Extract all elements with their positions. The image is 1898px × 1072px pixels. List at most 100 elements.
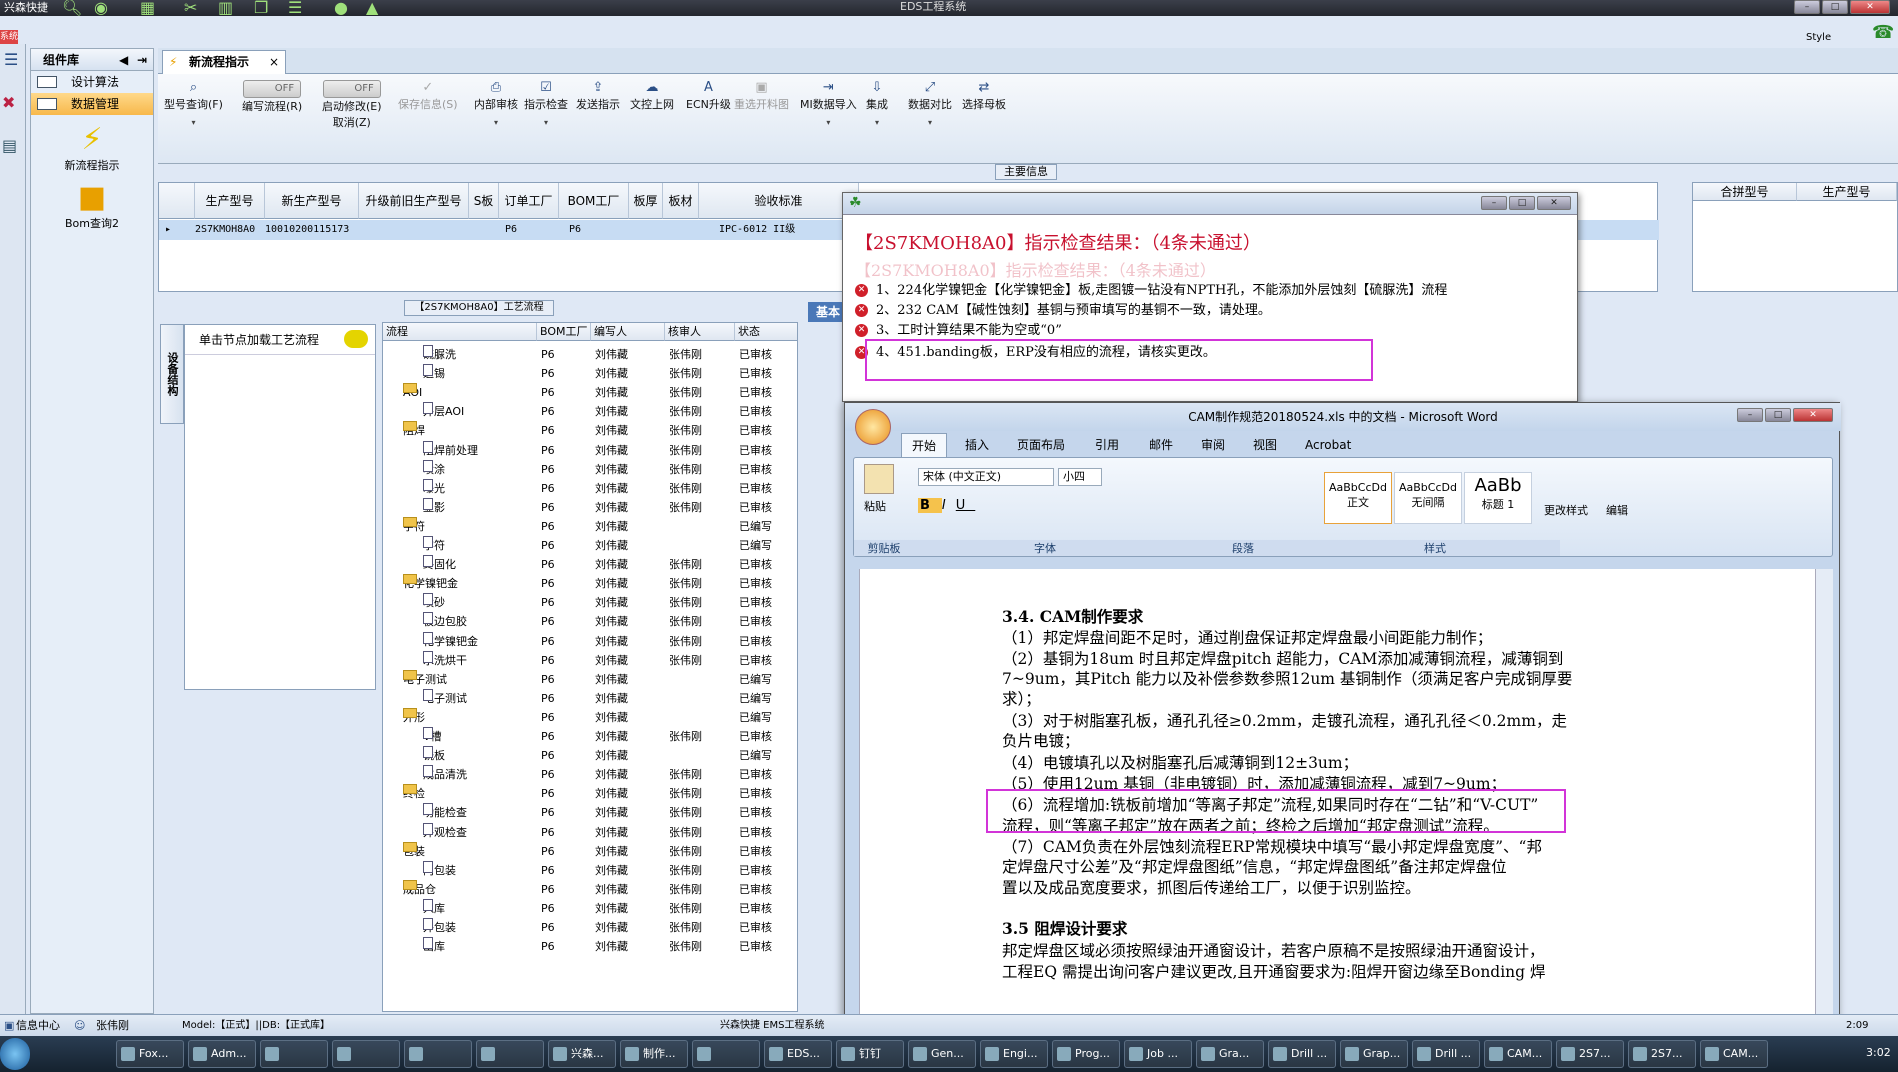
upload-button[interactable]: ☁ 文控上网 bbox=[630, 80, 674, 112]
font-name-select[interactable]: 宋体 (中文正文) bbox=[918, 468, 1054, 486]
tree-row[interactable]: 阻焊前处理 P6 刘伟藏 张伟刚 已审核 bbox=[383, 440, 797, 460]
menu-icon[interactable]: ☰ bbox=[4, 50, 21, 69]
tree-node[interactable]: 铣板 bbox=[423, 746, 445, 765]
tree-node[interactable]: -外形 bbox=[403, 707, 425, 727]
complib-item-design[interactable]: 设计算法 bbox=[31, 71, 153, 93]
taskbar-button[interactable]: CAM... bbox=[1700, 1040, 1768, 1068]
tree-node[interactable]: 水洗烘干 bbox=[423, 650, 467, 670]
vertical-tab[interactable]: 设备结构 bbox=[160, 324, 184, 424]
start-button[interactable] bbox=[0, 1038, 30, 1070]
tree-row[interactable]: 硫脲洗 P6 刘伟藏 张伟刚 已审核 bbox=[383, 345, 797, 364]
taskbar-button[interactable]: Gra... bbox=[1196, 1040, 1264, 1068]
minimize-button[interactable]: – bbox=[1481, 196, 1507, 210]
tree-row[interactable]: -外形 P6 刘伟藏 已编写 bbox=[383, 707, 797, 727]
column-header[interactable]: 状态 bbox=[735, 323, 797, 341]
error-item[interactable]: ✕ 2、232 CAM【碱性蚀刻】基铜与预审填写的基铜不一致，请处理。 bbox=[855, 301, 1271, 321]
internal-review-button[interactable]: ⎙ 内部审核 ▾ bbox=[474, 80, 518, 127]
instruction-check-button[interactable]: ☑ 指示检查 ▾ bbox=[524, 80, 568, 127]
taskbar-button[interactable]: Gen... bbox=[908, 1040, 976, 1068]
phone-icon[interactable]: ☎ bbox=[1872, 22, 1894, 43]
off-switch[interactable]: OFF bbox=[243, 80, 302, 98]
tree-node[interactable]: -字符 bbox=[403, 516, 425, 536]
user-icon[interactable]: ● bbox=[334, 0, 348, 16]
taskbar-button[interactable]: Engi... bbox=[980, 1040, 1048, 1068]
tree-row[interactable]: 化学镍钯金 P6 刘伟藏 张伟刚 已审核 bbox=[383, 631, 797, 651]
mi-import-button[interactable]: ⇥ MI数据导入 ▾ bbox=[800, 80, 857, 127]
change-style-button[interactable]: 更改样式 bbox=[1544, 502, 1588, 518]
column-header[interactable]: 新生产型号 bbox=[265, 183, 359, 219]
tree-row[interactable]: 显影 P6 刘伟藏 张伟刚 已审核 bbox=[383, 497, 797, 517]
tab-insert[interactable]: 插入 bbox=[965, 433, 989, 457]
column-header[interactable]: BOM工厂 bbox=[537, 323, 591, 341]
search-icon[interactable]: 🔍︎ bbox=[62, 0, 82, 16]
taskbar-button[interactable] bbox=[404, 1040, 472, 1068]
taskbar-button[interactable]: Drill ... bbox=[1412, 1040, 1480, 1068]
style-heading1[interactable]: AaBb 标题 1 bbox=[1464, 472, 1532, 524]
style-menu[interactable]: Style bbox=[1806, 32, 1831, 43]
taskbar-button[interactable]: 2S7... bbox=[1628, 1040, 1696, 1068]
office-button[interactable] bbox=[855, 409, 891, 445]
tree-row[interactable]: 功能检查 P6 刘伟藏 张伟刚 已审核 bbox=[383, 803, 797, 822]
tree-row[interactable]: 外层AOI P6 刘伟藏 张伟刚 已审核 bbox=[383, 402, 797, 421]
tree-node[interactable]: 出库 bbox=[423, 937, 445, 956]
taskbar-button[interactable] bbox=[476, 1040, 544, 1068]
tab-references[interactable]: 引用 bbox=[1095, 433, 1119, 457]
tree-node[interactable]: 内包装 bbox=[423, 860, 456, 880]
tree-node[interactable]: -成品仓 bbox=[403, 879, 436, 899]
tab-layout[interactable]: 页面布局 bbox=[1017, 433, 1065, 457]
column-header[interactable]: 生产型号 bbox=[1797, 183, 1897, 201]
tree-row[interactable]: 入库 P6 刘伟藏 张伟刚 已审核 bbox=[383, 898, 797, 918]
tree-row[interactable]: -电子测试 P6 刘伟藏 已编写 bbox=[383, 669, 797, 689]
tree-row[interactable]: -化学镍钯金 P6 刘伟藏 张伟刚 已审核 bbox=[383, 574, 797, 593]
comment-icon[interactable] bbox=[344, 330, 368, 348]
tree-row[interactable]: 水洗烘干 P6 刘伟藏 张伟刚 已审核 bbox=[383, 650, 797, 670]
tile-new-flow[interactable]: ⚡ 新流程指示 bbox=[31, 123, 153, 173]
tree-node[interactable]: 功能检查 bbox=[423, 803, 467, 822]
tool-icon[interactable]: ✖ bbox=[2, 93, 23, 112]
taskbar-button[interactable]: 钉钉 bbox=[836, 1040, 904, 1068]
tree-node[interactable]: 喷涂 bbox=[423, 459, 445, 479]
column-header[interactable]: BOM工厂 bbox=[559, 183, 629, 219]
tree-row[interactable]: 成品清洗 P6 刘伟藏 张伟刚 已审核 bbox=[383, 765, 797, 784]
tab-view[interactable]: 视图 bbox=[1253, 433, 1277, 457]
tile-bom-query[interactable]: ■ Bom查询2 bbox=[31, 181, 153, 231]
taskbar-button[interactable]: 制作... bbox=[620, 1040, 688, 1068]
column-header[interactable]: 核审人 bbox=[665, 323, 735, 341]
paste-button[interactable]: 粘贴 bbox=[864, 498, 886, 514]
taskbar-button[interactable]: Job ... bbox=[1124, 1040, 1192, 1068]
column-header[interactable]: 板材 bbox=[663, 183, 699, 219]
tree-row[interactable]: 出库 P6 刘伟藏 张伟刚 已审核 bbox=[383, 937, 797, 956]
tree-row[interactable]: 内包装 P6 刘伟藏 张伟刚 已审核 bbox=[383, 860, 797, 880]
error-item[interactable]: ✕ 3、工时计算结果不能为空或“0” bbox=[855, 321, 1062, 341]
tree-node[interactable]: -包装 bbox=[403, 841, 425, 861]
tree-row[interactable]: 铣板 P6 刘伟藏 已编写 bbox=[383, 746, 797, 765]
tree-node[interactable]: 退锡 bbox=[423, 364, 445, 383]
tab-acrobat[interactable]: Acrobat bbox=[1305, 433, 1351, 457]
maximize-button[interactable]: □ bbox=[1509, 196, 1535, 210]
tree-row[interactable]: -包装 P6 刘伟藏 张伟刚 已审核 bbox=[383, 841, 797, 861]
tree-node[interactable]: 阻焊前处理 bbox=[423, 440, 478, 460]
close-button[interactable]: ✕ bbox=[1793, 408, 1833, 422]
tab-close-icon[interactable]: × bbox=[269, 51, 279, 73]
tree-node[interactable]: 入库 bbox=[423, 898, 445, 918]
document-page[interactable]: 3.4. CAM制作要求 （1）邦定焊盘间距不足时，通过削盘保证邦定焊盘最小间距… bbox=[859, 569, 1815, 1053]
tree-node[interactable]: 外层AOI bbox=[423, 402, 464, 421]
minimize-button[interactable]: – bbox=[1794, 0, 1820, 14]
taskbar-button[interactable]: Prog... bbox=[1052, 1040, 1120, 1068]
tree-row[interactable]: -终检 P6 刘伟藏 张伟刚 已审核 bbox=[383, 784, 797, 803]
tree-row[interactable]: 板边包胶 P6 刘伟藏 张伟刚 已审核 bbox=[383, 612, 797, 631]
send-instruction-button[interactable]: ⇪ 发送指示 bbox=[576, 80, 620, 112]
tree-node[interactable]: 曝光 bbox=[423, 478, 445, 498]
tree-node[interactable]: -终检 bbox=[403, 784, 425, 803]
tree-node[interactable]: 喷砂 bbox=[423, 593, 445, 612]
tree-row[interactable]: -AOI P6 刘伟藏 张伟刚 已审核 bbox=[383, 383, 797, 402]
style-no-spacing[interactable]: AaBbCcDd 无间隔 bbox=[1394, 472, 1462, 524]
pin-icon[interactable]: ⇥ bbox=[137, 49, 147, 71]
tree-node[interactable]: 电子测试 bbox=[423, 688, 467, 708]
taskbar-button[interactable] bbox=[260, 1040, 328, 1068]
taskbar-button[interactable]: 兴森... bbox=[548, 1040, 616, 1068]
tree-row[interactable]: -字符 P6 刘伟藏 已编写 bbox=[383, 516, 797, 536]
tree-node[interactable]: -电子测试 bbox=[403, 669, 447, 689]
tree-row[interactable]: 喷涂 P6 刘伟藏 张伟刚 已审核 bbox=[383, 459, 797, 479]
collapse-icon[interactable]: ◀ bbox=[119, 49, 128, 71]
